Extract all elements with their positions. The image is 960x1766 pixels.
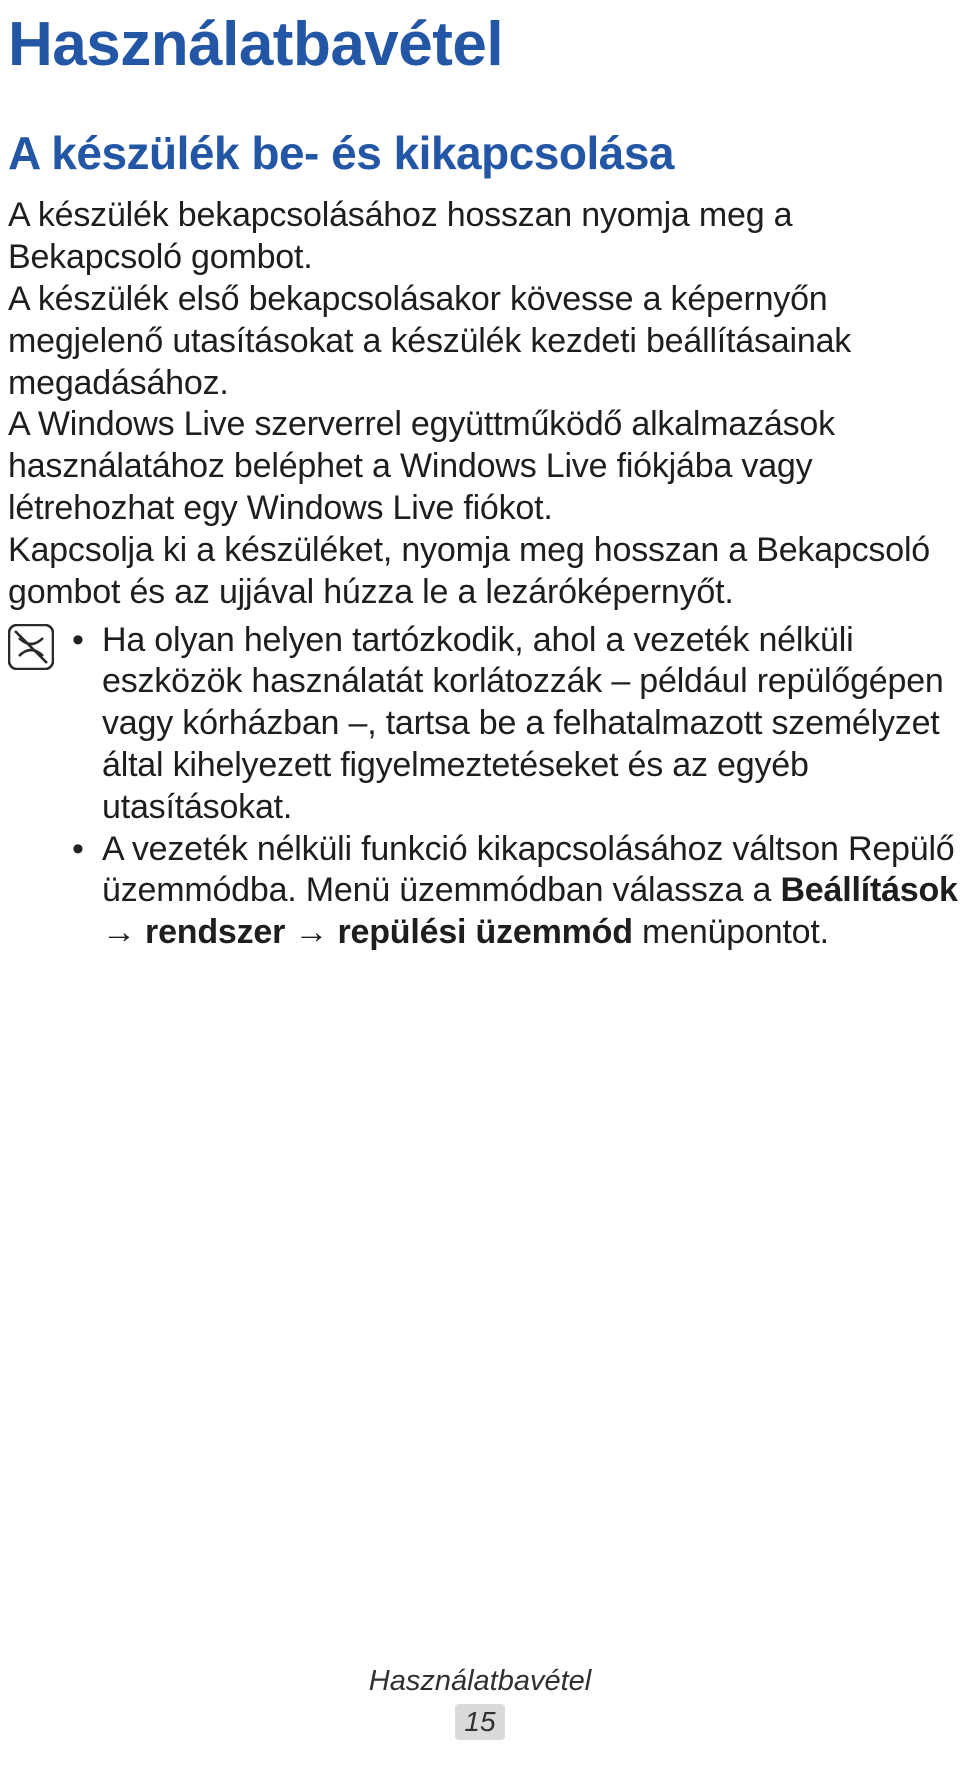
paragraph-2: A készülék első bekapcsolásakor kövesse …	[8, 279, 960, 404]
paragraph-3: A Windows Live szerverrel együttműködő a…	[8, 404, 960, 529]
note-icon	[8, 624, 54, 670]
section-heading-h2: A készülék be- és kikapcsolása	[8, 129, 960, 177]
paragraph-1: A készülék bekapcsolásához hosszan nyomj…	[8, 195, 960, 279]
bullet-text-bold: rendszer	[145, 913, 285, 951]
note-bullets: • Ha olyan helyen tartózkodik, ahol a ve…	[72, 620, 960, 955]
bullet-text-bold: repülési üzemmód	[337, 913, 632, 951]
body-text-block: A készülék bekapcsolásához hosszan nyomj…	[8, 195, 960, 613]
bullet-item: • A vezeték nélküli funkció kikapcsolásá…	[72, 829, 960, 954]
bullet-text-bold: Beállítások	[780, 871, 957, 909]
page-number-badge: 15	[455, 1704, 505, 1740]
bullet-text-suffix: menüpontot.	[633, 913, 829, 951]
bullet-item: • Ha olyan helyen tartózkodik, ahol a ve…	[72, 620, 960, 829]
page-footer: Használatbavétel 15	[0, 1665, 960, 1740]
bullet-text-arrow: →	[102, 913, 145, 951]
note-block: • Ha olyan helyen tartózkodik, ahol a ve…	[8, 620, 960, 955]
page-number: 15	[464, 1706, 495, 1738]
document-page: Használatbavétel A készülék be- és kikap…	[0, 0, 960, 1766]
paragraph-4: Kapcsolja ki a készüléket, nyomja meg ho…	[8, 530, 960, 614]
bullet-dot-icon: •	[72, 829, 102, 954]
bullet-text: Ha olyan helyen tartózkodik, ahol a veze…	[102, 620, 960, 829]
footer-section-title: Használatbavétel	[0, 1665, 960, 1698]
bullet-text: A vezeték nélküli funkció kikapcsolásáho…	[102, 829, 960, 954]
page-title-h1: Használatbavétel	[8, 12, 960, 77]
bullet-text-arrow: →	[285, 913, 337, 951]
bullet-dot-icon: •	[72, 620, 102, 829]
